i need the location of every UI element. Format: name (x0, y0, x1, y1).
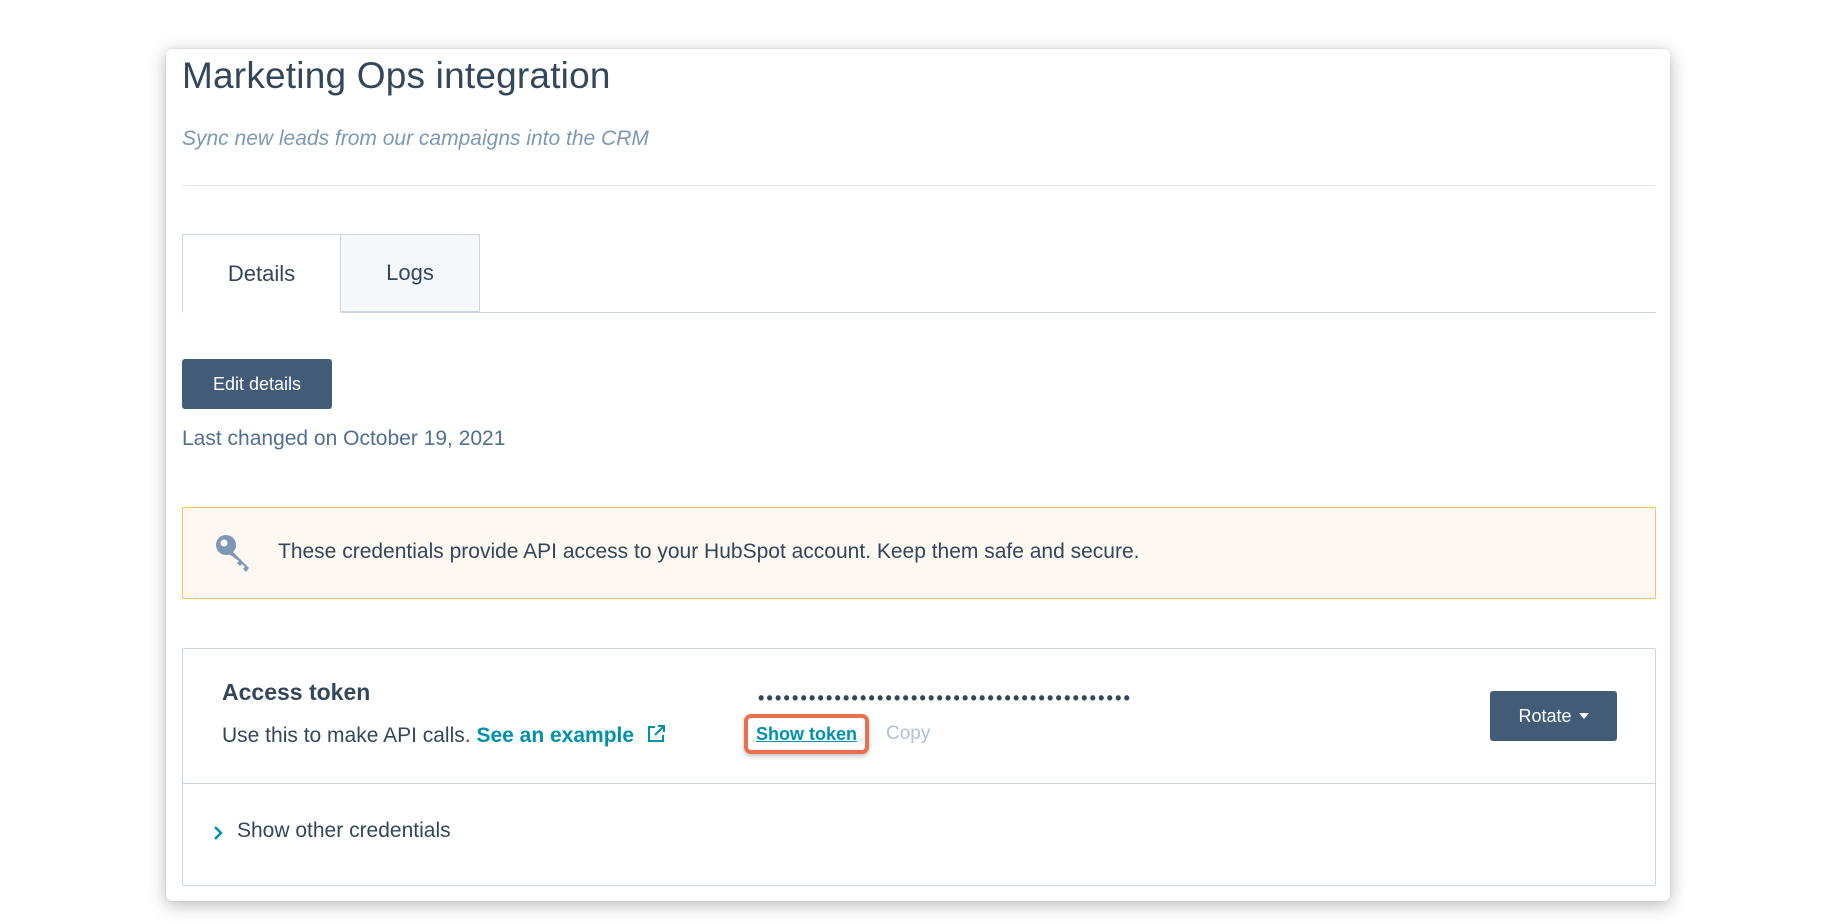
page-subtitle: Sync new leads from our campaigns into t… (182, 127, 649, 150)
alert-text: These credentials provide API access to … (278, 540, 1140, 563)
rotate-button[interactable]: Rotate (1490, 691, 1617, 741)
access-token-description: Use this to make API calls. See an examp… (222, 724, 666, 750)
copy-token-link[interactable]: Copy (886, 723, 930, 745)
see-example-link[interactable]: See an example (476, 724, 634, 747)
last-changed-text: Last changed on October 19, 2021 (182, 427, 506, 450)
page-title: Marketing Ops integration (182, 55, 611, 96)
integration-card: Marketing Ops integration Sync new leads… (166, 49, 1670, 901)
show-other-credentials-toggle[interactable]: Show other credentials (213, 819, 451, 843)
tab-bar: Details Logs (182, 234, 1656, 313)
key-icon (213, 532, 255, 574)
show-other-credentials-label: Show other credentials (237, 819, 451, 842)
show-token-highlight: Show token (744, 714, 869, 754)
security-alert: These credentials provide API access to … (182, 507, 1656, 599)
caret-down-icon (1578, 713, 1589, 719)
credentials-panel: Access token Use this to make API calls.… (182, 648, 1656, 886)
chevron-right-icon (213, 823, 223, 840)
rotate-button-label: Rotate (1518, 705, 1572, 726)
tab-logs[interactable]: Logs (341, 234, 480, 312)
show-token-link[interactable]: Show token (756, 724, 857, 745)
credentials-divider (183, 783, 1655, 784)
header-divider (182, 185, 1656, 186)
external-link-icon[interactable] (646, 724, 666, 750)
tab-details[interactable]: Details (182, 234, 341, 313)
masked-token: ••••••••••••••••••••••••••••••••••••••••… (758, 693, 1133, 705)
access-token-label: Access token (222, 679, 371, 705)
edit-details-button[interactable]: Edit details (182, 359, 332, 409)
token-description-text: Use this to make API calls. (222, 724, 471, 747)
